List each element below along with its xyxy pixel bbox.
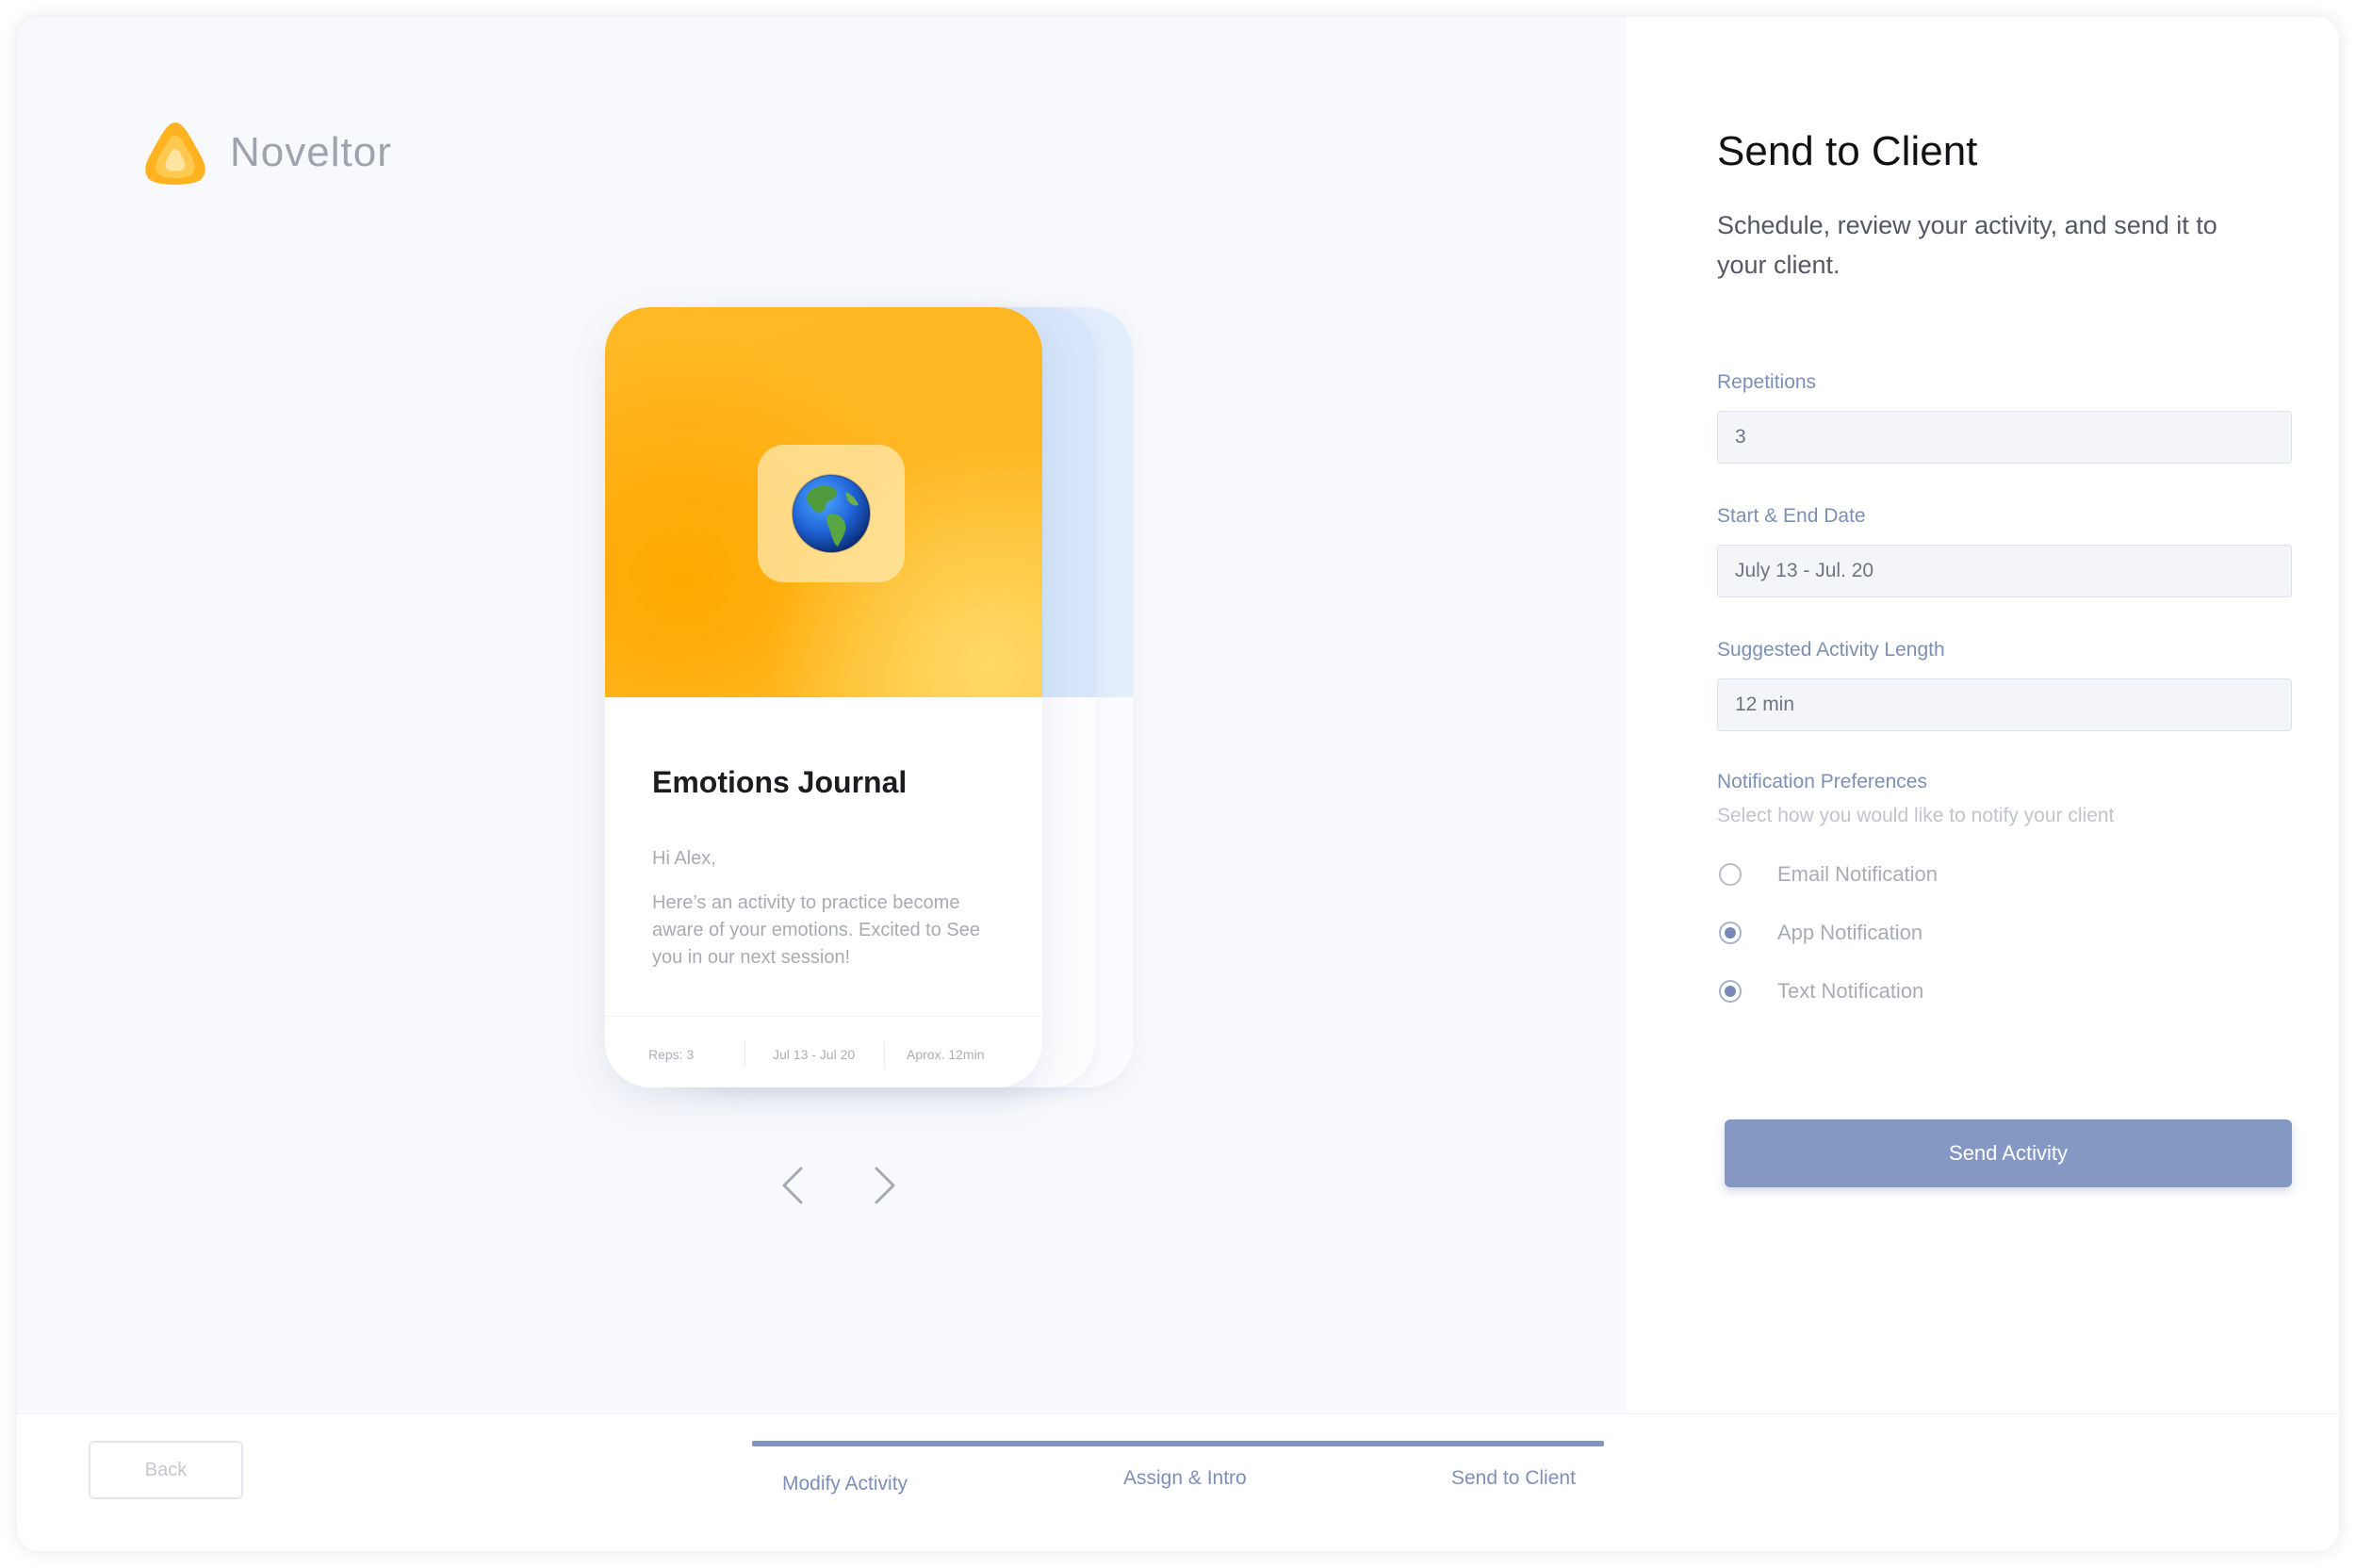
brand[interactable]: Noveltor [139,115,392,190]
card-reps: Reps: 3 [648,1047,695,1062]
wizard-footer: Back Modify Activity Assign & Intro Send… [17,1413,2339,1551]
step-assign-intro[interactable]: Assign & Intro [1123,1467,1247,1490]
preview-panel: Noveltor Emotions Journal Hi Alex, Here’… [17,17,1627,1413]
card-dates: Jul 13 - Jul 20 [773,1047,856,1062]
repetitions-label: Repetitions [1717,371,1817,393]
activity-length-label: Suggested Activity Length [1717,639,1945,661]
chevron-left-icon[interactable] [775,1163,812,1208]
send-form-panel: Send to Client Schedule, review your act… [1627,17,2339,1413]
divider [884,1041,885,1068]
email-notification-label: Email Notification [1777,862,1938,886]
card-greeting: Hi Alex, [652,848,716,869]
flame-logo-icon [145,122,205,185]
app-window: Noveltor Emotions Journal Hi Alex, Here’… [17,17,2339,1551]
card-title: Emotions Journal [652,765,908,799]
hero-icon-box [758,445,905,582]
page-subtitle: Schedule, review your activity, and send… [1717,211,2217,279]
date-range-input[interactable] [1717,545,2292,597]
app-notification-radio[interactable] [1719,922,1742,944]
card-footer: Reps: 3 Jul 13 - Jul 20 Aprox. 12min [605,1016,1042,1087]
divider [744,1041,745,1068]
text-notification-radio[interactable] [1719,980,1742,1003]
text-notification-label: Text Notification [1777,979,1924,1003]
notification-preferences-label: Notification Preferences [1717,771,1927,792]
activity-length-input[interactable] [1717,678,2292,731]
notification-hint: Select how you would like to notify your… [1717,805,2115,826]
globe-americas-icon [792,474,871,553]
email-notification-radio[interactable] [1719,863,1742,886]
chevron-right-icon[interactable] [865,1163,903,1208]
text-notification-option[interactable]: Text Notification [1719,976,1923,1006]
card-message: Here’s an activity to practice become aw… [652,892,980,968]
progress-bar [752,1441,1604,1446]
activity-card[interactable]: Emotions Journal Hi Alex, Here’s an acti… [605,307,1042,1087]
app-notification-option[interactable]: App Notification [1719,918,1922,948]
app-notification-label: App Notification [1777,921,1923,944]
card-length: Aprox. 12min [907,1047,985,1062]
email-notification-option[interactable]: Email Notification [1719,859,1938,890]
send-activity-button[interactable]: Send Activity [1725,1119,2292,1187]
step-send-to-client[interactable]: Send to Client [1451,1467,1576,1490]
page-title: Send to Client [1717,128,1978,174]
brand-name: Noveltor [230,129,392,175]
back-button[interactable]: Back [89,1441,243,1499]
repetitions-input[interactable] [1717,411,2292,464]
step-modify-activity[interactable]: Modify Activity [782,1473,908,1495]
card-hero [605,307,1042,697]
date-range-label: Start & End Date [1717,505,1866,527]
